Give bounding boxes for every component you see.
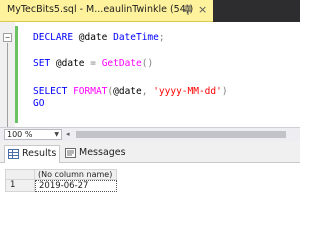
document-tab-title: MyTecBits5.sql - M...eaulinTwinkle (54)) <box>7 4 194 15</box>
code-token: FORMAT <box>73 86 108 97</box>
scroll-left-icon[interactable]: ◂ <box>66 130 70 139</box>
code-token: SELECT <box>33 86 68 97</box>
change-tracking-bar <box>15 26 18 123</box>
grid-icon <box>8 149 19 159</box>
zoom-value: 100 % <box>7 130 33 139</box>
code-token: @date <box>73 32 114 43</box>
code-line-go[interactable]: GO <box>33 98 44 110</box>
code-token: () <box>141 58 154 69</box>
grid-corner[interactable] <box>5 169 35 180</box>
tab-messages-label: Messages <box>79 147 126 158</box>
code-token: SET <box>33 58 51 69</box>
code-token: GO <box>33 98 45 109</box>
scrollbar-thumb[interactable] <box>76 131 286 138</box>
collapse-icon[interactable]: − <box>3 33 12 42</box>
grid-cell[interactable]: 2019-06-27 <box>35 180 117 192</box>
editor-gutter: − <box>0 22 15 127</box>
query-editor[interactable]: − DECLARE @date DateTime; SET @date = Ge… <box>0 22 300 127</box>
results-grid: (No column name) 1 2019-06-27 <box>0 163 300 221</box>
code-line-declare[interactable]: DECLARE @date DateTime; <box>33 32 165 44</box>
pin-icon[interactable] <box>183 5 193 16</box>
code-token: DECLARE <box>33 32 74 43</box>
messages-icon <box>65 148 76 158</box>
results-tab-strip: Results Messages <box>0 141 300 163</box>
code-token: @date <box>113 86 142 97</box>
code-token: ) <box>221 86 228 97</box>
code-line-set[interactable]: SET @date = GetDate() <box>33 58 153 70</box>
code-token: @date <box>50 58 91 69</box>
results-pane: Results Messages (No column name) 1 2019… <box>0 141 300 221</box>
code-token: GetDate <box>101 58 142 69</box>
fold-guide-line <box>7 43 8 127</box>
document-tab-bar: MyTecBits5.sql - M...eaulinTwinkle (54))… <box>0 0 300 22</box>
row-number[interactable]: 1 <box>5 180 35 192</box>
document-tab[interactable]: MyTecBits5.sql - M...eaulinTwinkle (54))… <box>0 0 213 22</box>
tab-results[interactable]: Results <box>4 145 60 163</box>
chevron-down-icon: ▼ <box>54 131 59 138</box>
column-header[interactable]: (No column name) <box>35 169 117 180</box>
code-token: ; <box>158 32 165 43</box>
editor-status-row: 100 % ▼ ◂ <box>0 127 300 141</box>
tab-results-label: Results <box>22 148 57 159</box>
close-icon[interactable]: × <box>198 3 207 17</box>
code-token: DateTime <box>113 32 159 43</box>
code-line-select[interactable]: SELECT FORMAT(@date, 'yyyy-MM-dd') <box>33 86 228 98</box>
code-token: 'yyyy-MM-dd' <box>153 86 222 97</box>
code-token: , <box>141 86 154 97</box>
zoom-dropdown[interactable]: 100 % ▼ <box>4 129 62 140</box>
tab-messages[interactable]: Messages <box>62 145 128 163</box>
